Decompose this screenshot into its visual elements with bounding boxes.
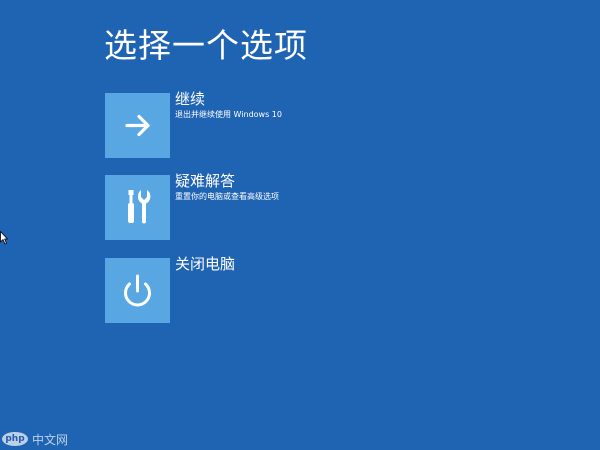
troubleshoot-description: 重置你的电脑或查看高级选项 bbox=[175, 192, 279, 201]
shutdown-tile[interactable] bbox=[105, 258, 170, 323]
continue-title: 继续 bbox=[175, 90, 206, 108]
shutdown-option[interactable]: 关闭电脑 bbox=[105, 255, 445, 323]
troubleshoot-option[interactable]: 疑难解答 重置你的电脑或查看高级选项 bbox=[105, 172, 445, 240]
continue-description: 退出并继续使用 Windows 10 bbox=[175, 110, 282, 119]
watermark-logo: php bbox=[2, 432, 28, 446]
troubleshoot-tile[interactable] bbox=[105, 175, 170, 240]
page-title: 选择一个选项 bbox=[104, 26, 308, 65]
troubleshoot-title: 疑难解答 bbox=[175, 172, 236, 190]
continue-option[interactable]: 继续 退出并继续使用 Windows 10 bbox=[105, 90, 445, 158]
shutdown-title: 关闭电脑 bbox=[175, 255, 236, 273]
arrow-right-icon bbox=[125, 114, 150, 137]
mouse-cursor-icon bbox=[0, 231, 8, 245]
watermark-text: 中文网 bbox=[32, 432, 69, 447]
tools-icon bbox=[128, 190, 151, 224]
continue-tile[interactable] bbox=[105, 93, 170, 158]
watermark: php 中文网 bbox=[2, 430, 68, 448]
power-icon bbox=[124, 274, 151, 307]
